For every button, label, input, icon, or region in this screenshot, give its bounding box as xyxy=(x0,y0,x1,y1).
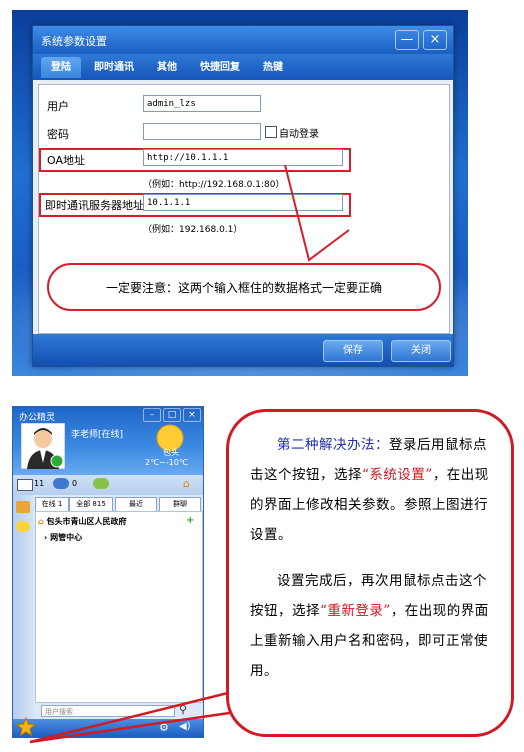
solution-heading: 第二种解决办法： xyxy=(277,437,389,453)
instruction-callout: 第二种解决办法：登录后用鼠标点击这个按钮，选择“系统设置”，在出现的界面上修改相… xyxy=(226,409,514,737)
relogin-menu-name: “重新登录” xyxy=(320,603,391,619)
instruction-paragraph-2: 设置完成后，再次用鼠标点击这个按钮，选择“重新登录”，在出现的界面上重新输入用户… xyxy=(250,566,500,686)
instruction-paragraph-1: 第二种解决办法：登录后用鼠标点击这个按钮，选择“系统设置”，在出现的界面上修改相… xyxy=(250,430,500,550)
system-settings-menu-name: “系统设置” xyxy=(362,467,433,483)
